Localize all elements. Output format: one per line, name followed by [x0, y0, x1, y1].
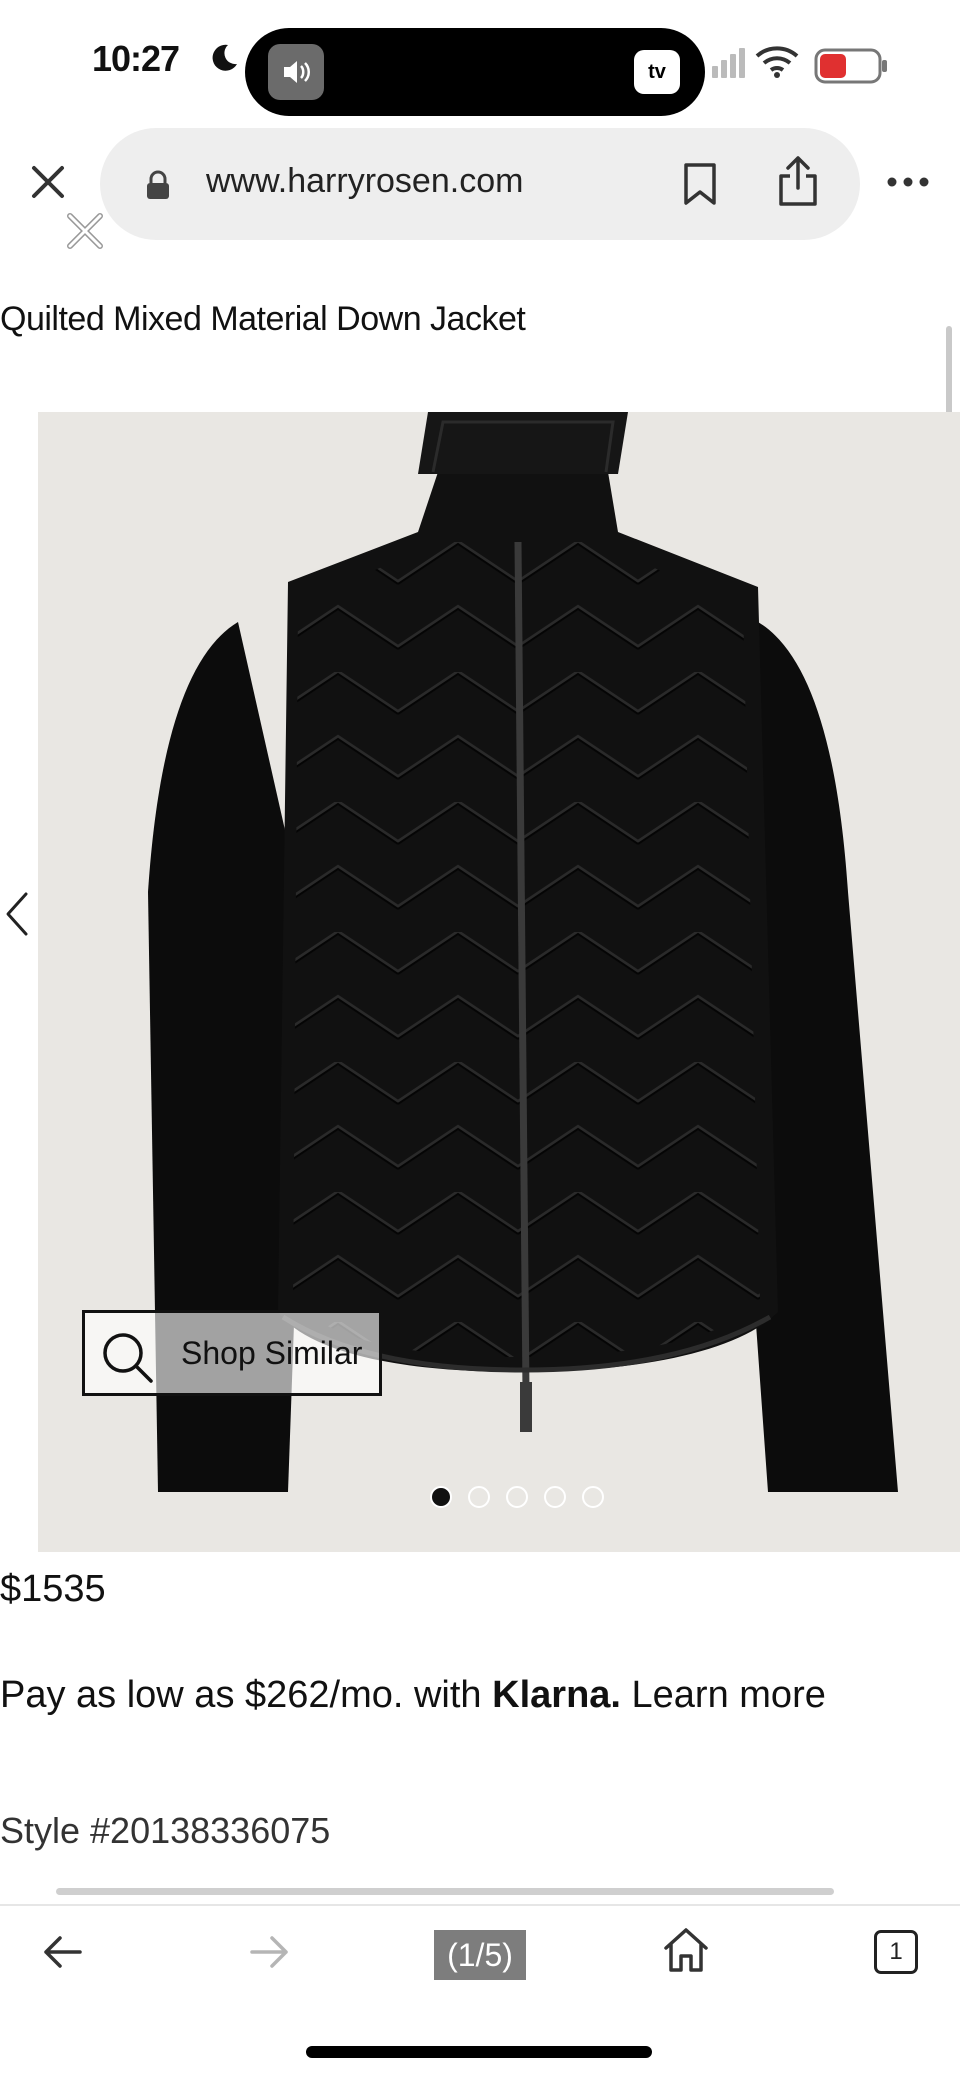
apple-tv-label: tv — [648, 61, 666, 83]
product-title: Quilted Mixed Material Down Jacket — [0, 300, 526, 338]
moon-icon — [212, 44, 237, 71]
wifi-icon — [755, 46, 799, 78]
back-arrow-icon[interactable] — [40, 1930, 84, 1974]
forward-arrow-icon[interactable] — [248, 1930, 292, 1974]
pagination-dot[interactable] — [506, 1486, 528, 1508]
more-options-icon[interactable] — [886, 176, 930, 188]
home-indicator[interactable] — [306, 2046, 652, 2058]
battery-icon — [814, 48, 887, 84]
pagination-dot[interactable] — [468, 1486, 490, 1508]
close-icon[interactable] — [28, 162, 68, 202]
image-pagination[interactable] — [430, 1486, 610, 1510]
speaker-icon — [268, 44, 324, 100]
shop-similar-label: Shop Similar — [181, 1335, 363, 1371]
lock-icon — [147, 170, 169, 199]
home-icon[interactable] — [662, 1926, 710, 1974]
bookmark-icon[interactable] — [682, 162, 718, 206]
search-icon — [103, 1333, 153, 1383]
financing-prefix: Pay as low as $262/mo. with — [0, 1674, 493, 1716]
pagination-dot[interactable] — [544, 1486, 566, 1508]
cellular-signal-icon — [712, 48, 745, 78]
apple-tv-icon: tv — [634, 50, 680, 94]
financing-text: Pay as low as $262/mo. with Klarna. Lear… — [0, 1674, 826, 1717]
tabs-button[interactable]: 1 — [874, 1930, 918, 1974]
toolbar-divider — [0, 1904, 960, 1906]
product-price: $1535 — [0, 1568, 106, 1610]
learn-more-link[interactable]: Learn more — [632, 1674, 826, 1716]
share-icon[interactable] — [776, 154, 820, 208]
close-overlay-icon[interactable] — [64, 210, 106, 252]
pagination-dot[interactable] — [582, 1486, 604, 1508]
chevron-left-icon[interactable] — [2, 890, 32, 938]
shop-similar-button[interactable]: Shop Similar — [82, 1310, 382, 1396]
url-text[interactable]: www.harryrosen.com — [206, 162, 523, 201]
pagination-dot[interactable] — [430, 1486, 452, 1508]
style-number: Style #20138336075 — [0, 1810, 331, 1851]
status-time: 10:27 — [92, 38, 180, 79]
image-counter: (1/5) — [434, 1930, 526, 1980]
klarna-logo: Klarna. — [492, 1674, 621, 1716]
horizontal-scrollbar[interactable] — [56, 1888, 834, 1895]
